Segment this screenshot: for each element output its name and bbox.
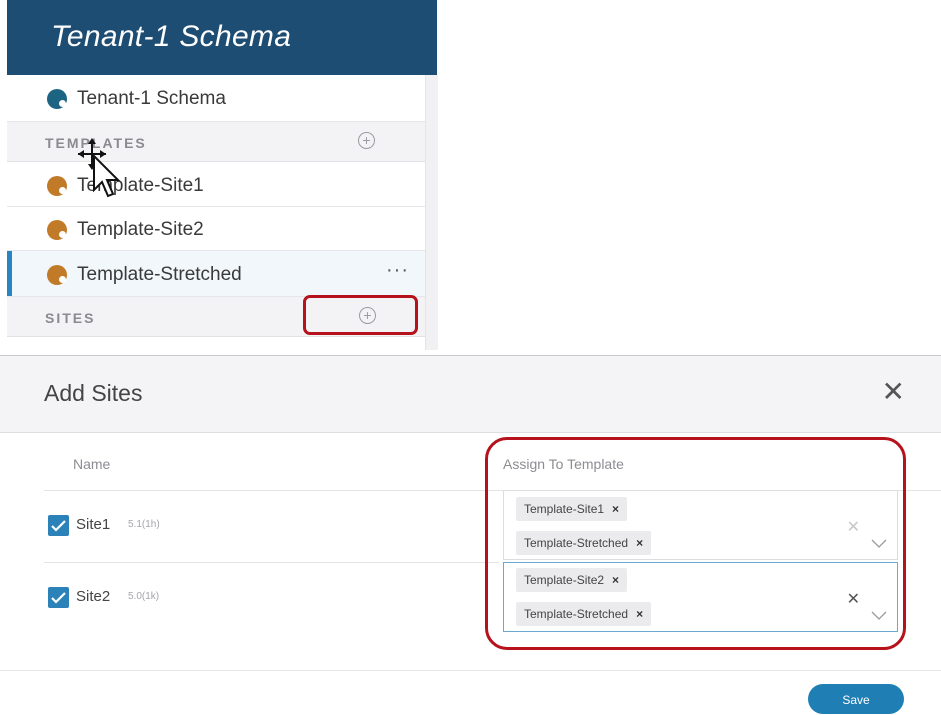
template-item-label: Template-Stretched — [77, 264, 242, 285]
selected-indicator — [7, 251, 12, 296]
site2-checkbox[interactable] — [48, 587, 69, 608]
schema-icon — [47, 89, 67, 109]
site1-checkbox[interactable] — [48, 515, 69, 536]
schema-title: Tenant-1 Schema — [51, 20, 292, 53]
template-icon — [47, 265, 67, 285]
site-version: 5.1(1h) — [128, 519, 160, 530]
schema-item[interactable]: Tenant-1 Schema — [7, 75, 425, 122]
templates-section: TEMPLATES + — [7, 122, 425, 162]
dialog-header: Add Sites ✕ — [0, 356, 941, 433]
more-icon[interactable]: ··· — [386, 259, 409, 282]
schema-item-label: Tenant-1 Schema — [77, 88, 226, 109]
move-cursor-icon — [78, 138, 121, 198]
checkmark-icon — [51, 592, 66, 604]
template-item-site1[interactable]: Template-Site1 — [7, 162, 425, 207]
footer-divider — [0, 670, 941, 671]
row-divider — [44, 562, 499, 563]
add-template-icon[interactable]: + — [358, 132, 375, 149]
template-item-stretched[interactable]: Template-Stretched ··· — [7, 251, 425, 297]
name-column-header: Name — [73, 456, 111, 472]
template-icon — [47, 176, 67, 196]
assign-template-highlight — [485, 437, 906, 650]
add-site-highlight — [303, 295, 418, 335]
template-icon — [47, 220, 67, 240]
site-version: 5.0(1k) — [128, 591, 160, 602]
sites-section-title: SITES — [45, 310, 96, 326]
dialog-title: Add Sites — [44, 380, 143, 406]
schema-header: Tenant-1 Schema — [7, 0, 437, 75]
panel-scrollbar[interactable] — [425, 75, 438, 350]
template-item-label: Template-Site2 — [77, 219, 204, 240]
site-name: Site1 — [76, 516, 111, 533]
close-icon[interactable]: ✕ — [882, 378, 905, 406]
template-item-site2[interactable]: Template-Site2 — [7, 207, 425, 251]
site-name: Site2 — [76, 588, 111, 605]
save-button[interactable]: Save — [808, 684, 904, 714]
checkmark-icon — [51, 520, 66, 532]
